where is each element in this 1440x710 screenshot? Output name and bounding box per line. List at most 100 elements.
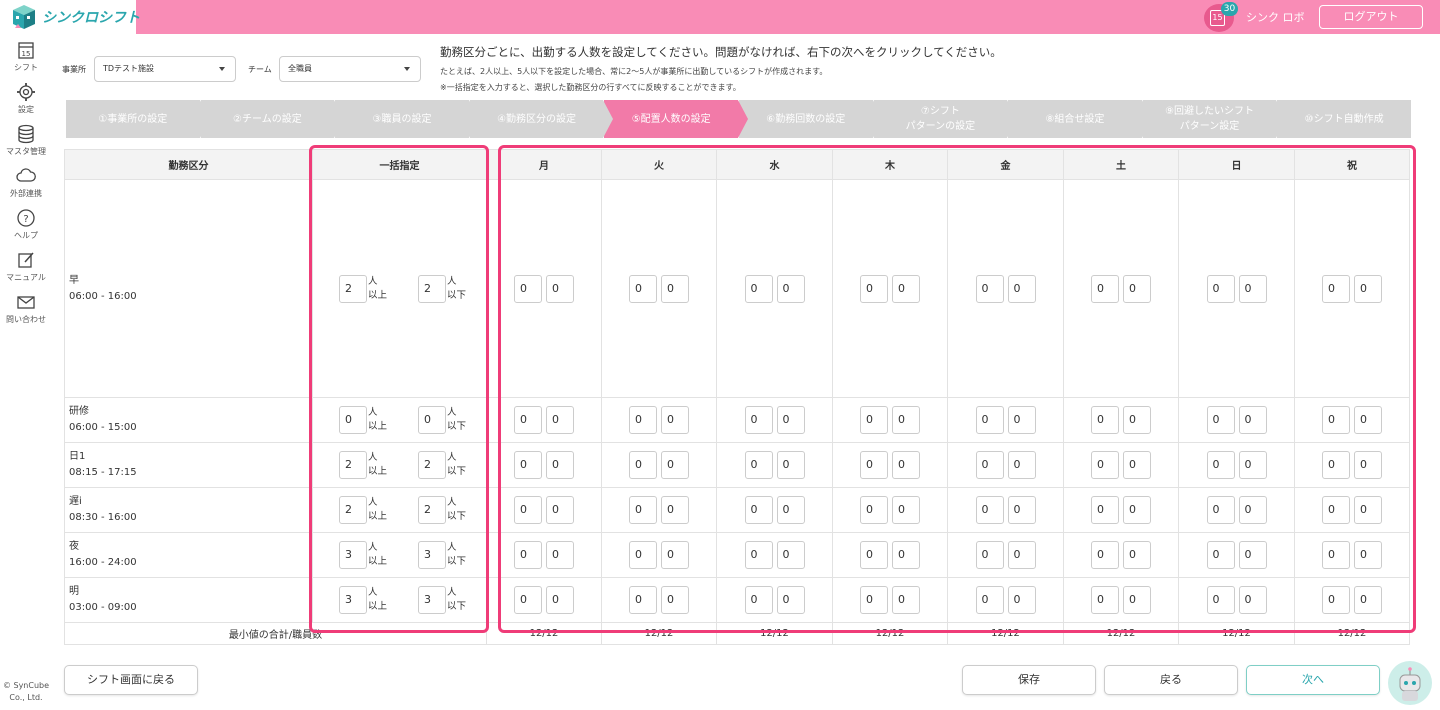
step-6[interactable]: ⑥勤務回数の設定 — [738, 100, 883, 138]
step-4[interactable]: ④勤務区分の設定 — [469, 100, 613, 138]
day-min-input[interactable]: 0 — [514, 496, 542, 524]
day-min-input[interactable]: 0 — [744, 406, 773, 434]
day-max-input[interactable]: 0 — [1007, 406, 1036, 434]
assistant-robot-icon[interactable] — [1388, 661, 1432, 705]
day-max-input[interactable]: 0 — [1354, 406, 1382, 434]
day-min-input[interactable]: 0 — [514, 451, 542, 479]
day-min-input[interactable]: 0 — [1206, 451, 1235, 479]
bulk-min-input[interactable]: 2 — [339, 496, 367, 524]
step-1[interactable]: ①事業所の設定 — [66, 100, 210, 138]
day-max-input[interactable]: 0 — [1354, 541, 1382, 569]
day-max-input[interactable]: 0 — [1354, 451, 1382, 479]
day-min-input[interactable]: 0 — [1091, 406, 1119, 434]
day-max-input[interactable]: 0 — [892, 496, 920, 524]
day-min-input[interactable]: 0 — [1206, 586, 1235, 614]
day-min-input[interactable]: 0 — [629, 274, 657, 303]
step-5[interactable]: ⑤配置人数の設定 — [604, 100, 748, 138]
day-min-input[interactable]: 0 — [629, 496, 657, 524]
day-min-input[interactable]: 0 — [860, 274, 888, 303]
day-min-input[interactable]: 0 — [975, 541, 1004, 569]
notification-button[interactable]: 15 30 — [1204, 2, 1238, 32]
day-max-input[interactable]: 0 — [776, 496, 805, 524]
bulk-max-input[interactable]: 2 — [417, 274, 446, 303]
day-min-input[interactable]: 0 — [1091, 496, 1119, 524]
day-max-input[interactable]: 0 — [661, 274, 689, 303]
sidebar-item-manual[interactable]: マニュアル — [0, 250, 52, 283]
back-button[interactable]: 戻る — [1104, 665, 1238, 695]
bulk-max-input[interactable]: 2 — [417, 496, 446, 524]
day-max-input[interactable]: 0 — [776, 274, 805, 303]
day-max-input[interactable]: 0 — [546, 496, 574, 524]
day-max-input[interactable]: 0 — [1354, 274, 1382, 303]
day-max-input[interactable]: 0 — [546, 541, 574, 569]
day-max-input[interactable]: 0 — [1123, 541, 1151, 569]
day-min-input[interactable]: 0 — [975, 274, 1004, 303]
day-max-input[interactable]: 0 — [1238, 451, 1267, 479]
step-2[interactable]: ②チームの設定 — [200, 100, 344, 138]
sidebar-item-master[interactable]: マスタ管理 — [0, 124, 52, 157]
sidebar-item-contact[interactable]: 問い合わせ — [0, 292, 52, 325]
day-min-input[interactable]: 0 — [744, 541, 773, 569]
day-min-input[interactable]: 0 — [744, 451, 773, 479]
bulk-max-input[interactable]: 3 — [417, 541, 446, 569]
bulk-min-input[interactable]: 2 — [339, 274, 367, 303]
day-min-input[interactable]: 0 — [629, 541, 657, 569]
sidebar-item-shift[interactable]: 15 シフト — [0, 40, 52, 73]
day-min-input[interactable]: 0 — [1206, 274, 1235, 303]
office-select[interactable]: TDテスト施設 — [94, 56, 236, 82]
day-min-input[interactable]: 0 — [1206, 541, 1235, 569]
logout-button[interactable]: ログアウト — [1319, 5, 1423, 29]
sidebar-item-help[interactable]: ? ヘルプ — [0, 208, 52, 241]
back-to-shift-button[interactable]: シフト画面に戻る — [64, 665, 198, 695]
day-min-input[interactable]: 0 — [975, 586, 1004, 614]
day-min-input[interactable]: 0 — [1091, 274, 1119, 303]
day-max-input[interactable]: 0 — [1354, 496, 1382, 524]
team-select[interactable]: 全職員 — [279, 56, 421, 82]
bulk-min-input[interactable]: 2 — [339, 451, 367, 479]
day-max-input[interactable]: 0 — [1123, 406, 1151, 434]
day-min-input[interactable]: 0 — [514, 406, 542, 434]
day-min-input[interactable]: 0 — [629, 586, 657, 614]
day-max-input[interactable]: 0 — [1123, 496, 1151, 524]
day-min-input[interactable]: 0 — [1091, 586, 1119, 614]
day-min-input[interactable]: 0 — [1322, 406, 1350, 434]
day-max-input[interactable]: 0 — [661, 496, 689, 524]
day-max-input[interactable]: 0 — [1354, 586, 1382, 614]
bulk-min-input[interactable]: 0 — [339, 406, 367, 434]
sidebar-item-integration[interactable]: 外部連携 — [0, 166, 52, 199]
day-min-input[interactable]: 0 — [1206, 406, 1235, 434]
day-min-input[interactable]: 0 — [975, 496, 1004, 524]
day-max-input[interactable]: 0 — [1238, 274, 1267, 303]
day-min-input[interactable]: 0 — [1322, 541, 1350, 569]
day-min-input[interactable]: 0 — [1322, 586, 1350, 614]
day-min-input[interactable]: 0 — [1091, 541, 1119, 569]
day-max-input[interactable]: 0 — [892, 406, 920, 434]
bulk-min-input[interactable]: 3 — [339, 541, 367, 569]
day-max-input[interactable]: 0 — [1007, 274, 1036, 303]
day-max-input[interactable]: 0 — [892, 451, 920, 479]
day-max-input[interactable]: 0 — [661, 451, 689, 479]
day-max-input[interactable]: 0 — [892, 274, 920, 303]
day-max-input[interactable]: 0 — [1123, 586, 1151, 614]
day-max-input[interactable]: 0 — [776, 586, 805, 614]
day-min-input[interactable]: 0 — [1206, 496, 1235, 524]
day-min-input[interactable]: 0 — [514, 541, 542, 569]
day-min-input[interactable]: 0 — [860, 451, 888, 479]
day-max-input[interactable]: 0 — [776, 406, 805, 434]
step-8[interactable]: ⑧組合せ設定 — [1008, 100, 1152, 138]
day-max-input[interactable]: 0 — [661, 406, 689, 434]
day-max-input[interactable]: 0 — [1238, 496, 1267, 524]
save-button[interactable]: 保存 — [962, 665, 1096, 695]
day-min-input[interactable]: 0 — [1091, 451, 1119, 479]
step-3[interactable]: ③職員の設定 — [335, 100, 479, 138]
day-max-input[interactable]: 0 — [546, 586, 574, 614]
bulk-min-input[interactable]: 3 — [339, 586, 367, 614]
day-max-input[interactable]: 0 — [776, 541, 805, 569]
day-min-input[interactable]: 0 — [744, 496, 773, 524]
day-min-input[interactable]: 0 — [629, 451, 657, 479]
day-max-input[interactable]: 0 — [546, 451, 574, 479]
bulk-max-input[interactable]: 2 — [417, 451, 446, 479]
day-max-input[interactable]: 0 — [1123, 274, 1151, 303]
day-max-input[interactable]: 0 — [1123, 451, 1151, 479]
day-max-input[interactable]: 0 — [546, 274, 574, 303]
